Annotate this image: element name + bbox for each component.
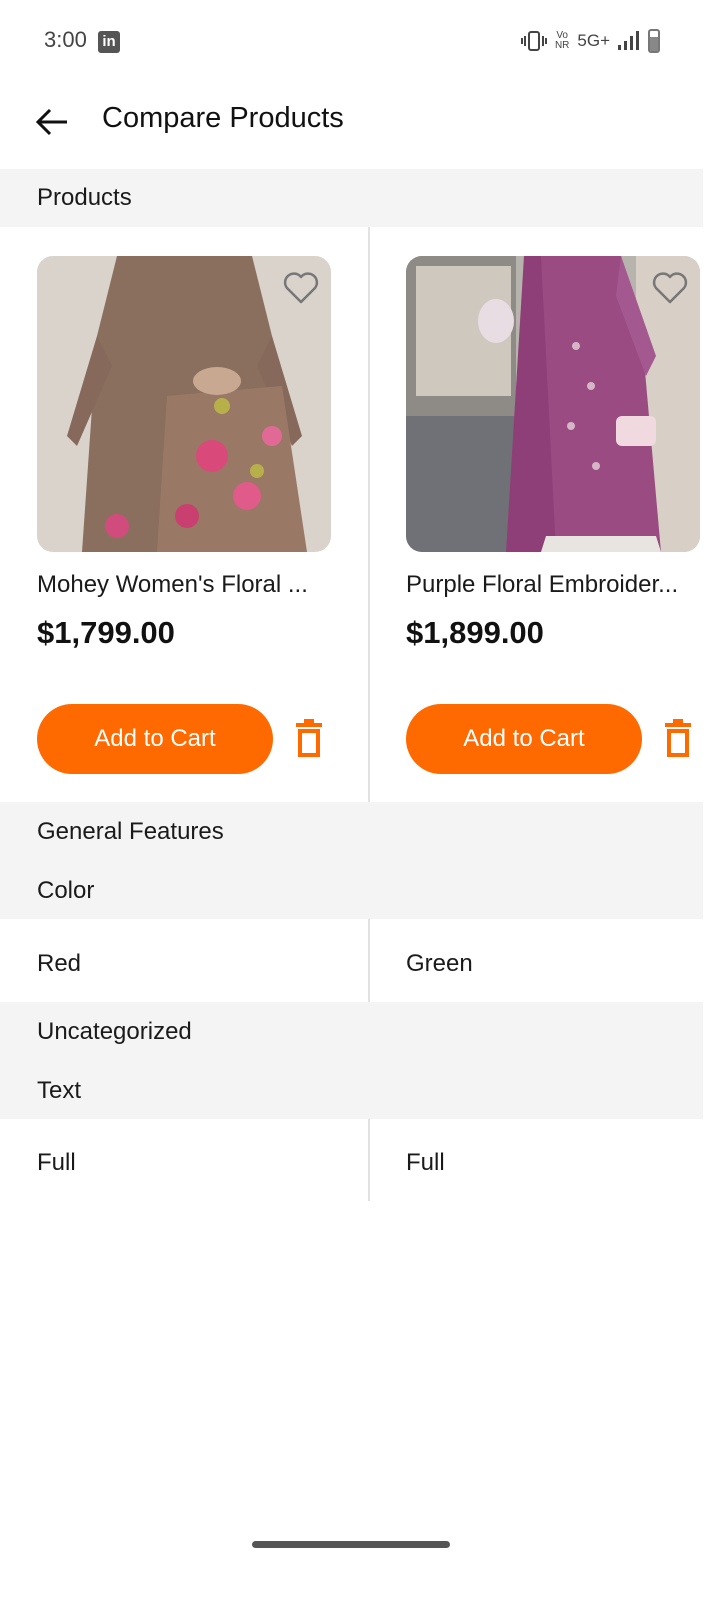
color-value-2: Green	[406, 950, 473, 977]
page-title: Compare Products	[102, 102, 344, 134]
uncategorized-label: Uncategorized	[37, 1018, 192, 1045]
product-name-2[interactable]: Purple Floral Embroider...	[406, 571, 702, 599]
text-value-1: Full	[37, 1149, 76, 1176]
back-button[interactable]	[28, 98, 76, 146]
products-section-header: Products	[0, 169, 703, 227]
text-label: Text	[37, 1077, 82, 1104]
status-icons: Vo NR 5G+	[520, 28, 660, 54]
network-type: 5G+	[577, 31, 610, 50]
trash-icon[interactable]	[293, 719, 325, 759]
add-to-cart-button-2[interactable]: Add to Cart	[406, 704, 642, 774]
add-to-cart-button-1[interactable]: Add to Cart	[37, 704, 273, 774]
product-card-1: Mohey Women's Floral ... $1,799.00 Add t…	[37, 227, 337, 802]
heart-icon[interactable]	[650, 268, 690, 308]
column-divider	[368, 919, 370, 1002]
trash-icon[interactable]	[662, 719, 694, 759]
app-bar: Compare Products	[0, 80, 720, 168]
text-value-2: Full	[406, 1149, 445, 1176]
vonr-icon: Vo NR	[555, 31, 569, 51]
home-indicator[interactable]	[252, 1541, 450, 1548]
products-row: Mohey Women's Floral ... $1,799.00 Add t…	[0, 227, 703, 802]
product-card-2: Purple Floral Embroider... $1,899.00 Add…	[406, 227, 706, 802]
signal-icon	[618, 31, 639, 50]
general-features-label: General Features	[37, 818, 224, 845]
product-price-1: $1,799.00	[37, 615, 175, 650]
vibrate-icon	[520, 31, 547, 51]
status-time: 3:00	[44, 27, 87, 52]
product-price-2: $1,899.00	[406, 615, 544, 650]
status-bar: 3:00 in Vo NR 5G+	[0, 0, 720, 80]
products-label: Products	[37, 184, 132, 211]
vonr-bottom: NR	[554, 40, 570, 51]
column-divider	[368, 1119, 370, 1201]
arrow-left-icon	[35, 108, 67, 136]
product-image-2[interactable]	[406, 256, 700, 552]
column-divider	[368, 227, 370, 802]
linkedin-notification-icon: in	[98, 31, 120, 53]
heart-icon[interactable]	[281, 268, 321, 308]
color-value-1: Red	[37, 950, 82, 977]
battery-icon	[648, 29, 660, 53]
product-image-1[interactable]	[37, 256, 331, 552]
uncategorized-header: Uncategorized Text	[0, 1002, 703, 1119]
color-label: Color	[37, 877, 95, 904]
product-name-1[interactable]: Mohey Women's Floral ...	[37, 571, 333, 599]
general-features-header: General Features Color	[0, 802, 703, 919]
